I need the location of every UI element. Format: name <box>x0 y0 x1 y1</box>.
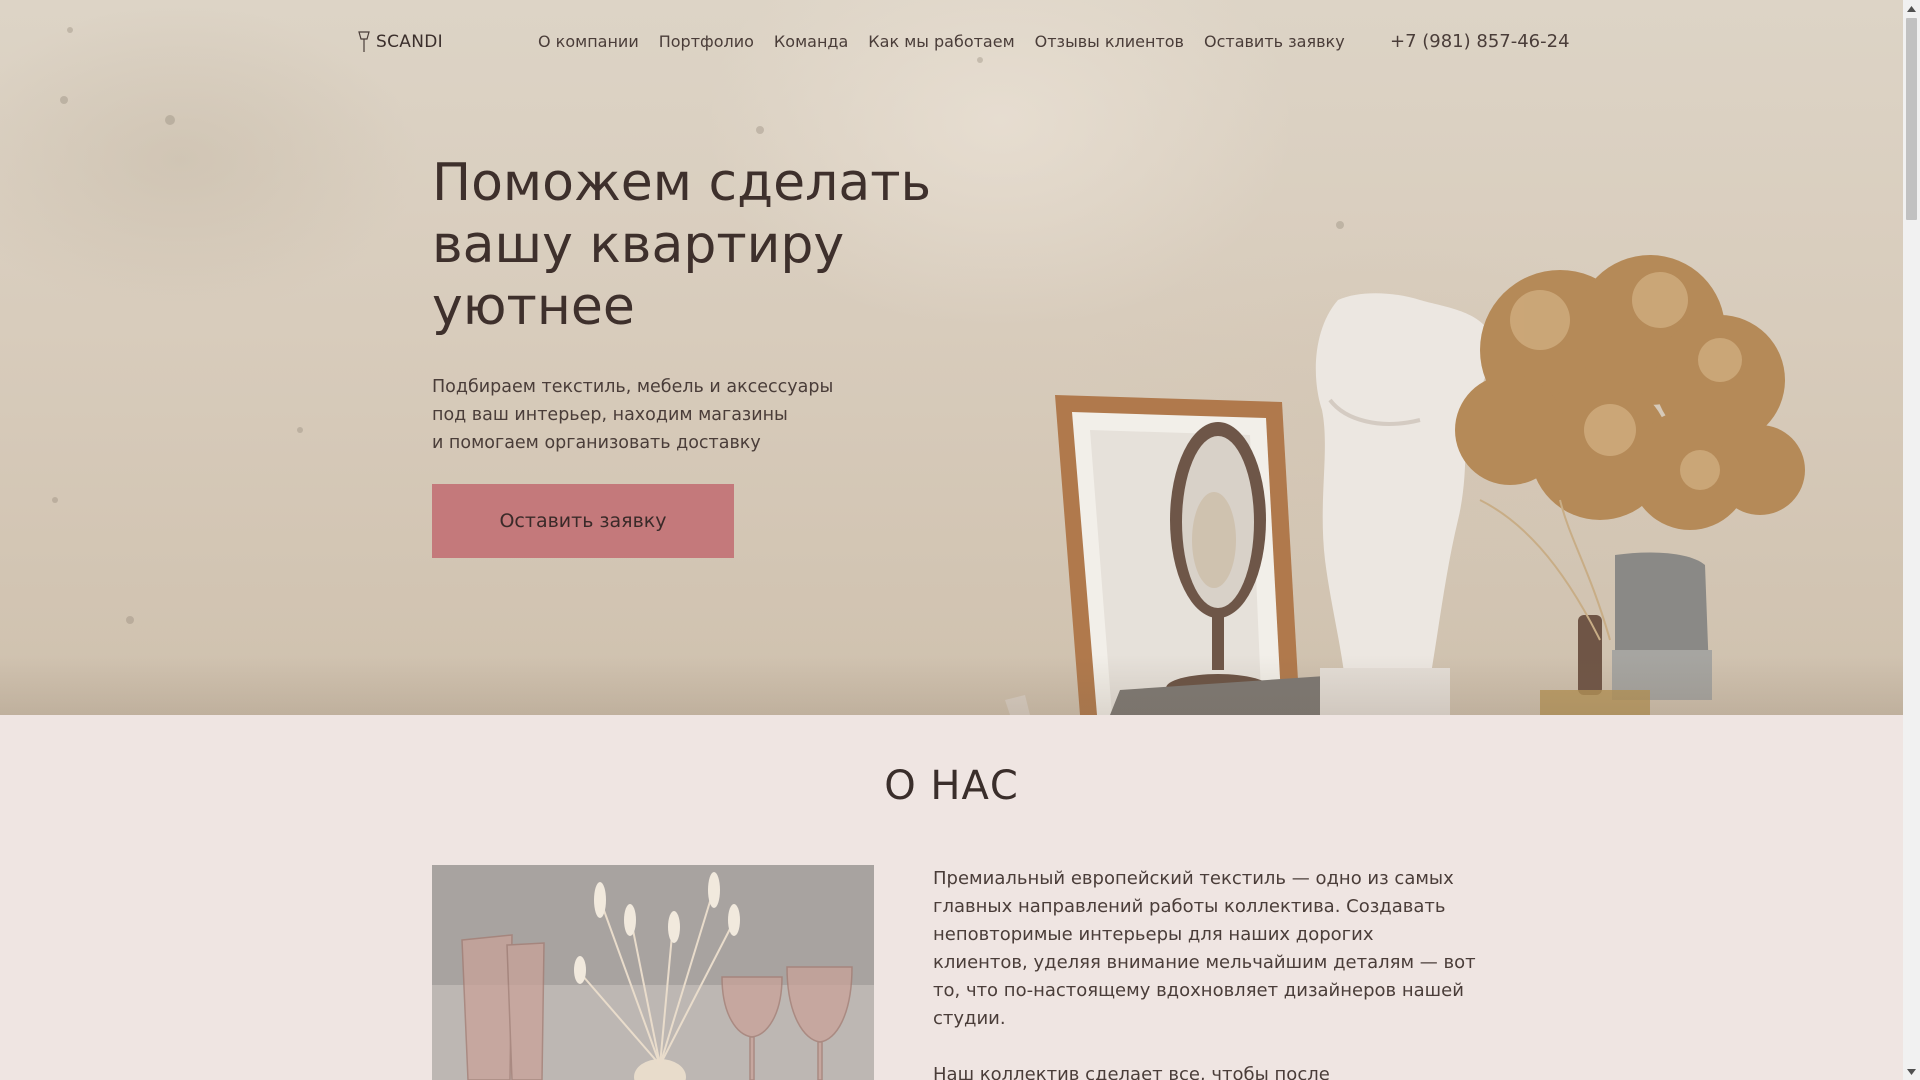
nav-item-team[interactable]: Команда <box>774 32 848 51</box>
about-text-line: Наш коллектив сделает все, чтобы после <box>933 1064 1330 1080</box>
about-title: О НАС <box>884 763 1019 809</box>
nav-item-reviews[interactable]: Отзывы клиентов <box>1035 32 1184 51</box>
about-paragraph: Наш коллектив сделает все, чтобы после <box>933 1061 1473 1080</box>
about-text-line: главных направлений работы коллектива. С… <box>933 896 1446 917</box>
hero-subtitle-line: Подбираем текстиль, мебель и аксессуары <box>432 377 834 397</box>
nav-item-request[interactable]: Оставить заявку <box>1204 32 1345 51</box>
nav-item-about[interactable]: О компании <box>538 32 639 51</box>
about-text: Премиальный европейский текстиль — одно … <box>933 865 1476 1080</box>
hero-subtitle-line: и помогаем организовать доставку <box>432 433 761 453</box>
about-photo <box>432 865 874 1080</box>
logo[interactable]: SCANDI <box>356 30 443 54</box>
lamp-icon <box>358 31 370 52</box>
page-scrollbar[interactable] <box>1903 0 1920 1080</box>
nav-item-how-we-work[interactable]: Как мы работаем <box>868 32 1014 51</box>
page: SCANDI О компании Портфолио Команда Как … <box>0 0 1903 1080</box>
hero-section: SCANDI О компании Портфолио Команда Как … <box>0 0 1903 715</box>
about-paragraph: Премиальный европейский текстиль — одно … <box>933 865 1476 1033</box>
nav-item-portfolio[interactable]: Портфолио <box>659 32 754 51</box>
logo-text: SCANDI <box>376 32 443 52</box>
about-text-line: клиентов, уделяя внимание мельчайшим дет… <box>933 952 1476 973</box>
about-text-line: неповторимые интерьеры для наших дорогих <box>933 924 1374 945</box>
request-button[interactable]: Оставить заявку <box>432 484 734 558</box>
scroll-down-arrow-icon[interactable] <box>1903 1063 1920 1080</box>
about-text-line: студии. <box>933 1008 1006 1029</box>
hero-subtitle: Подбираем текстиль, мебель и аксессуары … <box>432 373 872 457</box>
scrollbar-thumb[interactable] <box>1906 18 1917 220</box>
hero-subtitle-line: под ваш интерьер, находим магазины <box>432 405 788 425</box>
about-text-line: то, что по-настоящему вдохновляет дизайн… <box>933 980 1464 1001</box>
phone-link[interactable]: +7 (981) 857-46-24 <box>1390 31 1570 52</box>
hero-background-photo <box>52 27 1805 715</box>
main-nav: О компании Портфолио Команда Как мы рабо… <box>538 32 1345 51</box>
site-header: SCANDI О компании Портфолио Команда Как … <box>0 0 1903 86</box>
scroll-up-arrow-icon[interactable] <box>1903 0 1920 17</box>
about-text-line: Премиальный европейский текстиль — одно … <box>933 868 1454 889</box>
hero-title: Поможем сделать вашу квартиру уютнее <box>432 153 932 337</box>
